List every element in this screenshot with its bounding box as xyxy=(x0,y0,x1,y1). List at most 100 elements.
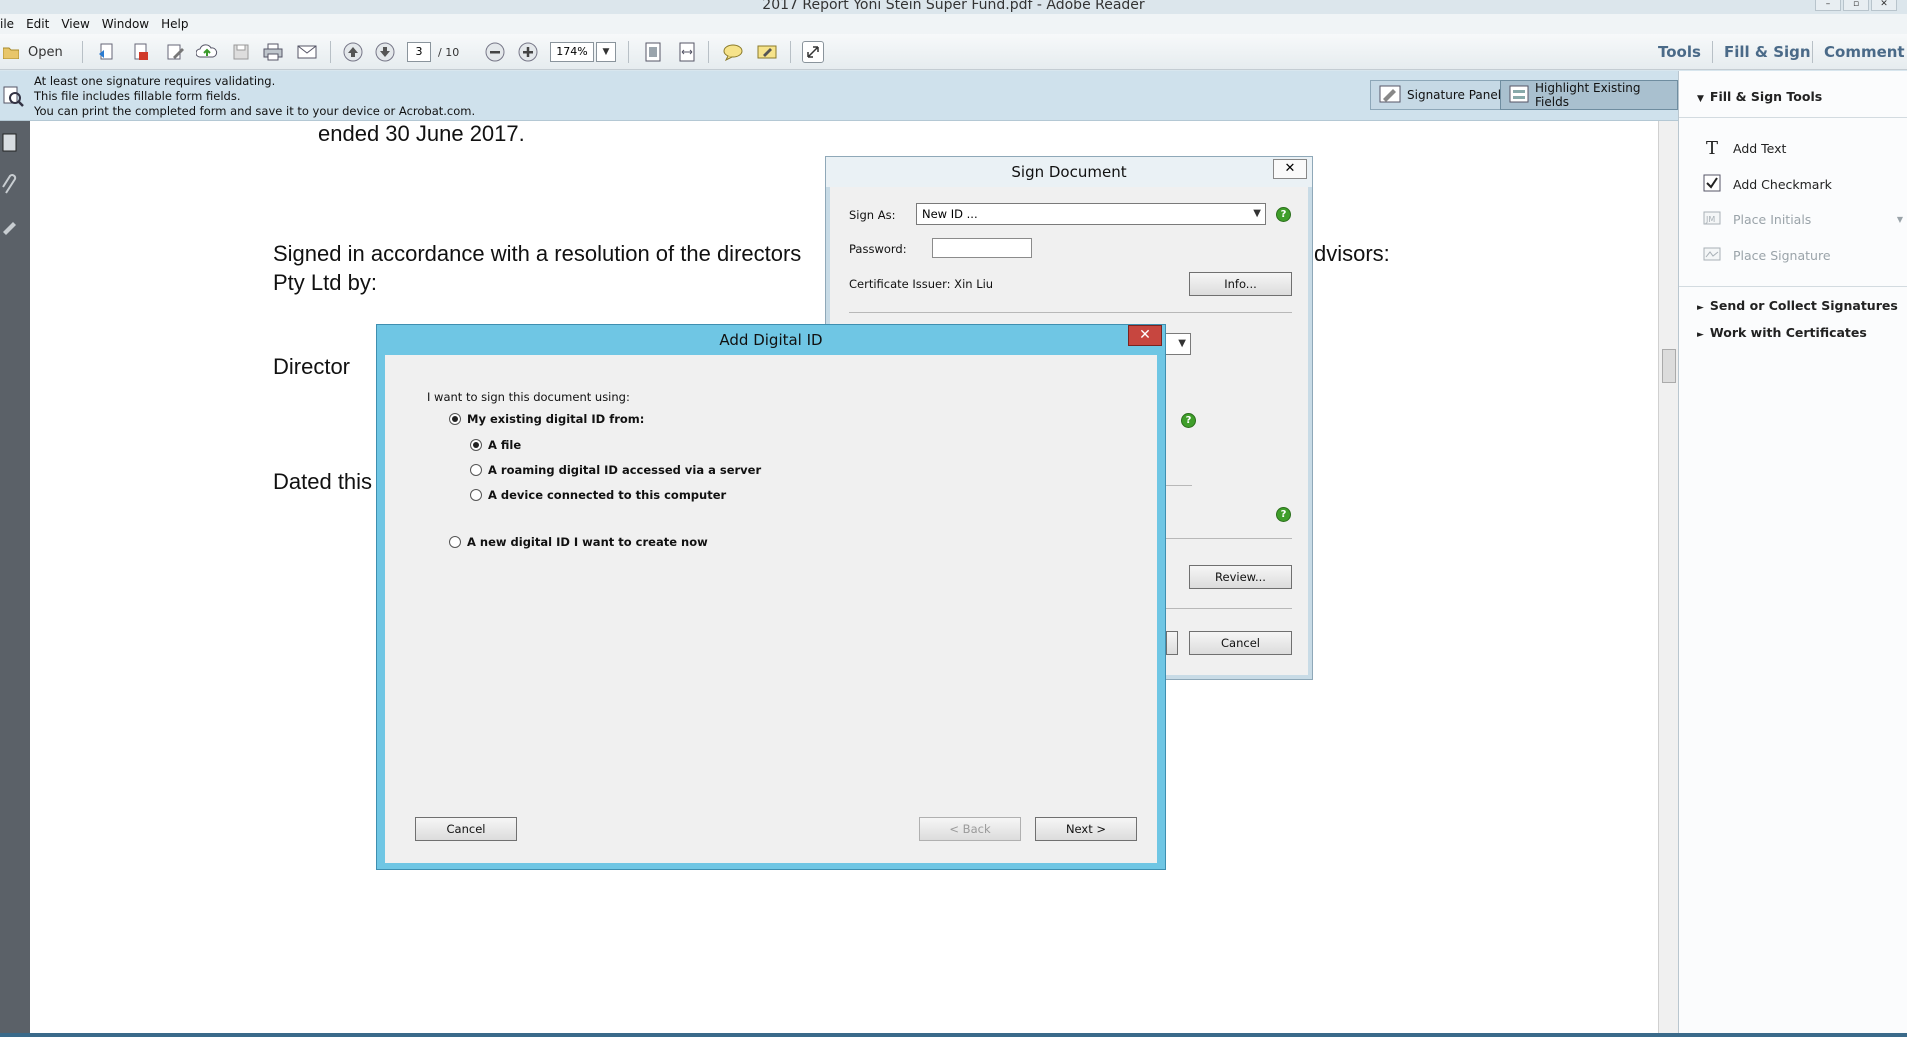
menu-view[interactable]: View xyxy=(61,17,89,31)
doc-text-period: ended 30 June 2017. xyxy=(318,121,525,146)
print-icon[interactable] xyxy=(262,41,284,63)
doc-text-director: Director xyxy=(273,354,351,379)
export-pdf-icon[interactable] xyxy=(130,41,152,63)
highlight-fields-label: Highlight Existing Fields xyxy=(1535,81,1641,109)
svg-text:JM: JM xyxy=(1705,215,1715,224)
page-number-input[interactable]: 3 xyxy=(407,42,431,62)
doc-text-dated: Dated this xyxy=(273,469,373,494)
existing-id-label[interactable]: My existing digital ID from: xyxy=(467,412,644,426)
sign-as-value: New ID ... xyxy=(922,207,978,221)
help-icon[interactable]: ? xyxy=(1276,507,1291,522)
sign-cancel-button[interactable]: Cancel xyxy=(1189,631,1292,655)
roaming-id-radio[interactable] xyxy=(470,464,482,476)
expand-icon[interactable] xyxy=(802,41,824,63)
add-text-label: Add Text xyxy=(1733,141,1787,156)
toolbar-divider xyxy=(330,41,331,63)
collapse-arrow-icon: ▼ xyxy=(1697,94,1704,104)
vertical-scrollbar[interactable] xyxy=(1658,121,1678,1033)
signature-panel-button[interactable]: Signature Panel xyxy=(1370,80,1511,110)
navigation-pane xyxy=(0,121,30,1037)
taskbar xyxy=(0,1033,1907,1037)
highlight-text-icon[interactable] xyxy=(756,41,778,63)
magnifier-icon xyxy=(2,85,24,110)
initials-icon: JM xyxy=(1703,211,1721,228)
place-signature-label: Place Signature xyxy=(1733,248,1831,263)
send-collect-signatures-section[interactable]: ► Send or Collect Signatures xyxy=(1697,298,1898,313)
upload-cloud-icon[interactable] xyxy=(196,41,218,63)
highlight-fields-button[interactable]: Highlight Existing Fields xyxy=(1500,80,1678,110)
place-initials-tool[interactable]: JM Place Initials ▼ xyxy=(1703,211,1903,228)
zoom-in-icon[interactable] xyxy=(517,41,539,63)
sign-button[interactable] xyxy=(1166,631,1178,655)
toolbar-divider xyxy=(1812,41,1813,63)
folder-icon[interactable] xyxy=(0,41,22,63)
section-divider xyxy=(1166,538,1292,539)
email-icon[interactable] xyxy=(296,41,318,63)
device-radio[interactable] xyxy=(470,489,482,501)
menu-edit[interactable]: Edit xyxy=(26,17,49,31)
next-page-icon[interactable] xyxy=(374,41,396,63)
zoom-out-icon[interactable] xyxy=(484,41,506,63)
file-label[interactable]: A file xyxy=(488,438,521,452)
fill-sign-tools-label: Fill & Sign Tools xyxy=(1709,89,1823,104)
roaming-id-label[interactable]: A roaming digital ID accessed via a serv… xyxy=(488,463,761,477)
file-radio[interactable] xyxy=(470,439,482,451)
signature-pen-icon xyxy=(1379,85,1401,106)
scrollbar-thumb[interactable] xyxy=(1662,349,1676,383)
next-button[interactable]: Next > xyxy=(1035,817,1137,841)
fit-width-icon[interactable] xyxy=(676,41,698,63)
expand-arrow-icon: ► xyxy=(1697,303,1704,313)
toolbar: Open 3 / 10 174% ▼ Tools Fill & Sign Com… xyxy=(0,34,1907,70)
attachments-icon[interactable] xyxy=(2,173,18,199)
add-id-cancel-button[interactable]: Cancel xyxy=(415,817,517,841)
review-button[interactable]: Review... xyxy=(1189,565,1292,589)
fill-sign-tab[interactable]: Fill & Sign xyxy=(1724,43,1811,61)
previous-page-icon[interactable] xyxy=(342,41,364,63)
close-window-button[interactable]: ✕ xyxy=(1871,0,1897,11)
edit-pdf-icon[interactable] xyxy=(164,41,186,63)
device-label[interactable]: A device connected to this computer xyxy=(488,488,726,502)
place-signature-tool[interactable]: Place Signature xyxy=(1703,247,1831,264)
work-with-certificates-section[interactable]: ► Work with Certificates xyxy=(1697,325,1867,340)
save-icon[interactable] xyxy=(230,41,252,63)
fill-sign-tools-header[interactable]: ▼ Fill & Sign Tools xyxy=(1697,89,1822,104)
existing-id-radio[interactable] xyxy=(449,413,461,425)
section-divider xyxy=(1166,485,1192,486)
new-id-radio[interactable] xyxy=(449,536,461,548)
sign-as-select[interactable]: New ID ... ▼ xyxy=(916,203,1266,225)
back-button[interactable]: < Back xyxy=(919,817,1021,841)
dropdown-arrow-icon[interactable]: ▼ xyxy=(1897,215,1903,224)
comment-tab[interactable]: Comment xyxy=(1824,43,1905,61)
add-text-tool[interactable]: T Add Text xyxy=(1703,138,1786,159)
info-button[interactable]: Info... xyxy=(1189,272,1292,296)
add-checkmark-tool[interactable]: Add Checkmark xyxy=(1703,174,1832,195)
menu-help[interactable]: Help xyxy=(161,17,188,31)
add-checkmark-label: Add Checkmark xyxy=(1733,177,1832,192)
menu-file[interactable]: ile xyxy=(0,17,14,31)
window-controls: – ▫ ✕ xyxy=(1815,0,1897,11)
create-pdf-icon[interactable] xyxy=(96,41,118,63)
help-icon[interactable]: ? xyxy=(1181,413,1196,428)
add-id-dialog-body: I want to sign this document using: My e… xyxy=(385,355,1157,863)
zoom-dropdown-icon[interactable]: ▼ xyxy=(596,42,616,62)
zoom-level-input[interactable]: 174% xyxy=(550,42,594,62)
help-icon[interactable]: ? xyxy=(1276,207,1291,222)
page-thumbnails-icon[interactable] xyxy=(2,133,18,157)
fit-page-icon[interactable] xyxy=(642,41,664,63)
sign-dialog-close-button[interactable]: ✕ xyxy=(1273,159,1307,179)
signatures-pane-icon[interactable] xyxy=(2,217,18,239)
place-initials-label: Place Initials xyxy=(1733,212,1812,227)
restore-button[interactable]: ▫ xyxy=(1843,0,1869,11)
sign-as-label: Sign As: xyxy=(849,208,896,222)
section-divider xyxy=(849,312,1292,313)
tools-tab[interactable]: Tools xyxy=(1658,43,1701,61)
menu-window[interactable]: Window xyxy=(102,17,149,31)
password-field[interactable] xyxy=(932,238,1032,258)
new-id-label[interactable]: A new digital ID I want to create now xyxy=(467,535,708,549)
minimize-button[interactable]: – xyxy=(1815,0,1841,11)
add-id-close-button[interactable]: ✕ xyxy=(1128,325,1162,346)
doc-text-signed: Signed in accordance with a resolution o… xyxy=(273,241,802,266)
comment-bubble-icon[interactable] xyxy=(722,41,744,63)
expand-arrow-icon: ► xyxy=(1697,330,1704,340)
open-button[interactable]: Open xyxy=(28,41,63,63)
